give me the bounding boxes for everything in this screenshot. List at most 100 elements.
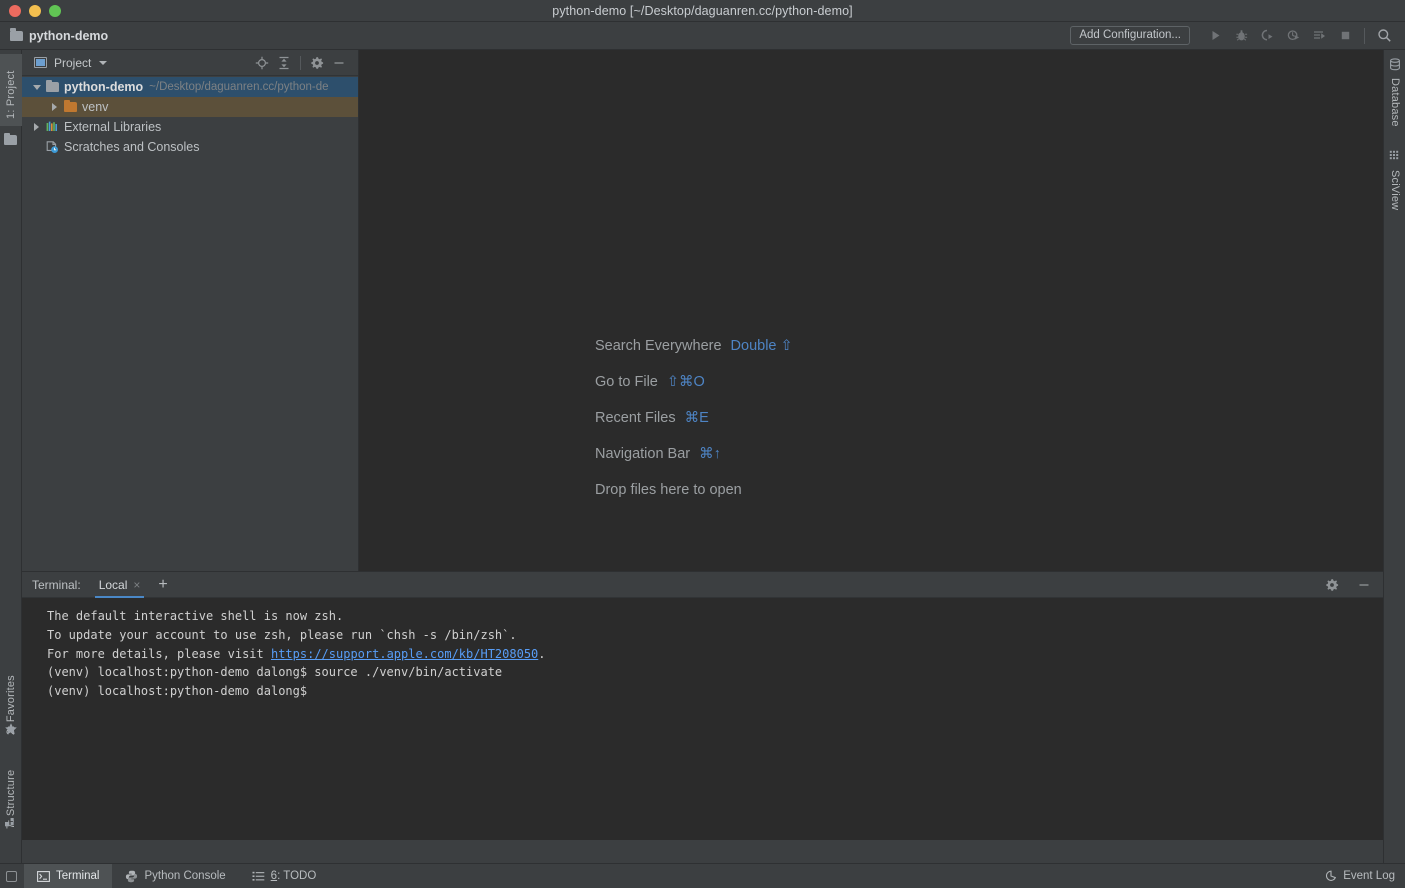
- welcome-shortcut: Double ⇧: [730, 338, 793, 354]
- folder-icon: [10, 28, 23, 41]
- welcome-row-drop-files: Drop files here to open: [595, 472, 793, 508]
- panel-divider: [300, 55, 301, 70]
- left-tool-strip: 1: Project 2: Favorites 7: Structure: [0, 50, 22, 888]
- tree-row-venv[interactable]: venv: [22, 97, 358, 117]
- terminal-link[interactable]: https://support.apple.com/kb/HT208050: [271, 647, 538, 661]
- toggle-tool-windows-button[interactable]: [6, 870, 17, 882]
- maximize-button[interactable]: [49, 5, 61, 17]
- terminal-output[interactable]: The default interactive shell is now zsh…: [22, 598, 1383, 840]
- toolbar-project-name: python-demo: [29, 28, 109, 43]
- project-panel-actions: [251, 52, 350, 74]
- collapse-all-icon[interactable]: [273, 52, 295, 74]
- sidebar-item-sciview[interactable]: SciView: [1384, 166, 1405, 224]
- welcome-label: Search Everywhere: [595, 338, 722, 354]
- tree-row-scratches-and-consoles[interactable]: Scratches and Consoles: [22, 137, 358, 157]
- status-tab-terminal[interactable]: Terminal: [24, 863, 113, 888]
- tree-item-label: venv: [82, 100, 109, 114]
- chevron-right-icon[interactable]: [48, 101, 61, 114]
- terminal-line-text: For more details, please visit: [47, 646, 271, 661]
- python-icon: [125, 870, 138, 883]
- project-tree: python-demo ~/Desktop/daguanren.cc/pytho…: [22, 76, 358, 157]
- status-bar: Terminal Python Console 6: TODO Event Lo…: [0, 863, 1405, 888]
- status-tab-label: 6: TODO: [271, 870, 317, 882]
- external-libraries-icon: [44, 120, 60, 134]
- chevron-right-icon[interactable]: [30, 121, 43, 134]
- sidebar-item-label: 1: Project: [5, 70, 17, 119]
- terminal-line: For more details, please visit https://s…: [26, 645, 1383, 664]
- hide-icon[interactable]: [1353, 574, 1375, 596]
- add-configuration-button[interactable]: Add Configuration...: [1070, 26, 1190, 45]
- right-tool-strip: Database SciView: [1383, 50, 1405, 888]
- settings-gear-icon[interactable]: [306, 52, 328, 74]
- terminal-line: (venv) localhost:python-demo dalong$ sou…: [47, 665, 503, 680]
- project-window-icon: [34, 57, 47, 68]
- database-icon: [1389, 58, 1403, 72]
- event-log-button[interactable]: Event Log: [1325, 870, 1395, 882]
- search-icon[interactable]: [1371, 24, 1397, 48]
- status-tab-todo[interactable]: 6: TODO: [239, 864, 330, 888]
- settings-gear-icon[interactable]: [1321, 574, 1343, 596]
- project-tool-window: Project python-demo ~/Desktop/daguanren.…: [22, 50, 359, 571]
- run-with-coverage-icon[interactable]: [1254, 24, 1280, 48]
- terminal-tab-local[interactable]: Local ×: [94, 572, 145, 598]
- run-queue-icon[interactable]: [1306, 24, 1332, 48]
- tree-item-label: Scratches and Consoles: [64, 140, 200, 154]
- welcome-row-recent-files: Recent Files ⌘E: [595, 400, 793, 436]
- pycharm-window: python-demo [~/Desktop/daguanren.cc/pyth…: [0, 0, 1405, 888]
- tree-row-external-libraries[interactable]: External Libraries: [22, 117, 358, 137]
- scratches-icon: [44, 140, 60, 154]
- folder-icon: [44, 79, 60, 94]
- terminal-header: Terminal: Local × +: [22, 572, 1383, 598]
- stop-icon[interactable]: [1332, 24, 1358, 48]
- terminal-line-text: .: [538, 646, 546, 661]
- todo-icon: [252, 871, 265, 882]
- status-tab-label: Python Console: [144, 870, 226, 882]
- run-icon[interactable]: [1202, 24, 1228, 48]
- welcome-row-go-to-file: Go to File ⇧⌘O: [595, 364, 793, 400]
- window-title: python-demo [~/Desktop/daguanren.cc/pyth…: [552, 3, 853, 18]
- status-tab-python-console[interactable]: Python Console: [112, 864, 238, 888]
- window-titlebar: python-demo [~/Desktop/daguanren.cc/pyth…: [0, 0, 1405, 22]
- chevron-down-icon[interactable]: [30, 81, 43, 94]
- sidebar-item-project[interactable]: 1: Project: [0, 54, 22, 126]
- terminal-line: To update your account to use zsh, pleas…: [47, 627, 517, 642]
- profile-icon[interactable]: [1280, 24, 1306, 48]
- chevron-down-icon[interactable]: [99, 60, 108, 65]
- event-log-icon: [1325, 870, 1337, 882]
- welcome-label: Navigation Bar: [595, 446, 691, 462]
- welcome-shortcut: ⌘E: [684, 410, 709, 426]
- sciview-icon: [1389, 150, 1403, 164]
- minimize-button[interactable]: [29, 5, 41, 17]
- project-panel-header: Project: [22, 50, 358, 76]
- new-terminal-tab-button[interactable]: +: [158, 576, 167, 593]
- welcome-row-navigation-bar: Navigation Bar ⌘↑: [595, 436, 793, 472]
- folder-icon: [4, 132, 18, 146]
- close-icon[interactable]: ×: [133, 578, 140, 592]
- welcome-label: Drop files here to open: [595, 482, 742, 498]
- editor-welcome-hints: Search Everywhere Double ⇧ Go to File ⇧⌘…: [595, 328, 793, 508]
- status-tab-text: : TODO: [277, 870, 317, 882]
- sidebar-item-label: Database: [1389, 78, 1401, 127]
- toolbar-project-crumb[interactable]: python-demo: [0, 28, 109, 43]
- welcome-shortcut: ⌘↑: [699, 446, 721, 462]
- event-log-label: Event Log: [1343, 870, 1395, 882]
- toolbar-actions: Add Configuration...: [1070, 24, 1405, 48]
- welcome-row-search-everywhere: Search Everywhere Double ⇧: [595, 328, 793, 364]
- locate-icon[interactable]: [251, 52, 273, 74]
- project-panel-title: Project: [54, 55, 92, 70]
- terminal-tool-window: Terminal: Local × + The default interact…: [22, 571, 1383, 840]
- folder-orange-icon: [62, 99, 78, 114]
- debug-icon[interactable]: [1228, 24, 1254, 48]
- tree-item-label: External Libraries: [64, 120, 162, 134]
- terminal-title: Terminal:: [32, 577, 81, 592]
- editor-area: Search Everywhere Double ⇧ Go to File ⇧⌘…: [359, 50, 1383, 571]
- terminal-icon: [37, 870, 50, 882]
- main-toolbar: python-demo Add Configuration...: [0, 22, 1405, 50]
- tree-row-python-demo[interactable]: python-demo ~/Desktop/daguanren.cc/pytho…: [22, 77, 358, 97]
- terminal-line: (venv) localhost:python-demo dalong$: [47, 684, 308, 699]
- hide-icon[interactable]: [328, 52, 350, 74]
- close-button[interactable]: [9, 5, 21, 17]
- sidebar-item-database[interactable]: Database: [1384, 74, 1405, 140]
- star-icon: [4, 722, 18, 736]
